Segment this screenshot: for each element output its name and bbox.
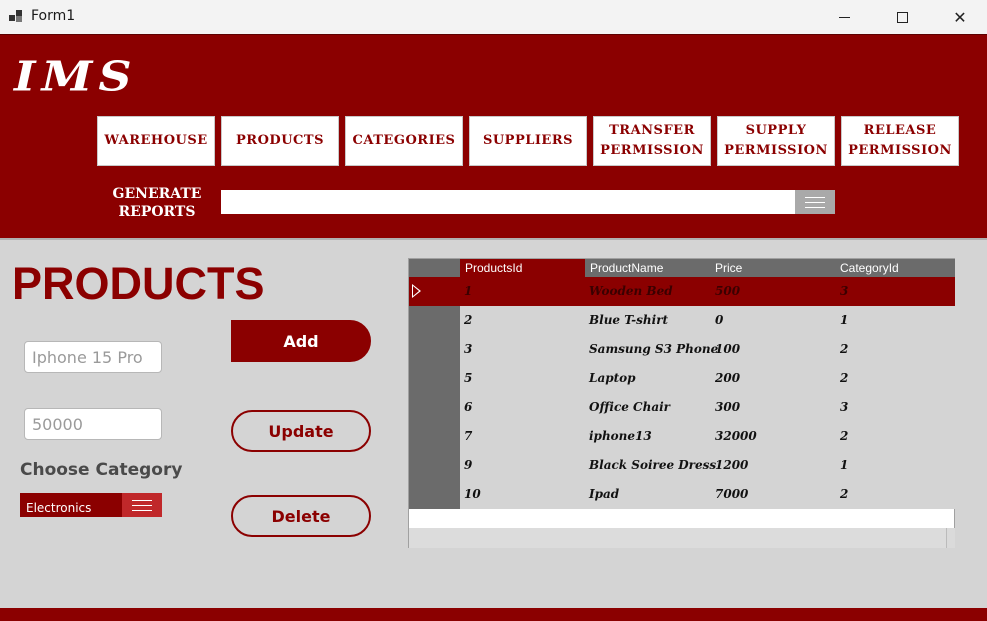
close-button[interactable]: ✕ — [931, 0, 987, 34]
table-cell[interactable]: 1 — [464, 284, 472, 298]
row-header-column — [409, 277, 460, 509]
table-row[interactable]: 7 iphone13 32000 2 — [460, 422, 955, 451]
report-select[interactable] — [221, 190, 835, 214]
close-icon: ✕ — [953, 7, 967, 27]
table-cell[interactable]: 1 — [840, 458, 848, 472]
table-cell[interactable]: 2 — [840, 429, 848, 443]
table-cell[interactable]: 100 — [715, 342, 740, 356]
nav-warehouse-button[interactable]: WAREHOUSE — [97, 116, 215, 166]
table-cell[interactable]: Ipad — [589, 487, 619, 501]
column-header-productname[interactable]: ProductName — [585, 259, 710, 277]
table-row[interactable]: 2 Blue T-shirt 0 1 — [460, 306, 955, 335]
table-cell[interactable]: 3 — [464, 342, 472, 356]
nav-transfer-permission-button[interactable]: TRANSFER PERMISSION — [593, 116, 711, 166]
table-cell[interactable]: 6 — [464, 400, 472, 414]
app-logo: IMS — [14, 51, 138, 101]
table-cell[interactable]: 10 — [464, 487, 481, 501]
table-cell[interactable]: 300 — [715, 400, 740, 414]
menu-icon[interactable] — [122, 493, 162, 517]
delete-button[interactable]: Delete — [231, 495, 371, 537]
nav-categories-button[interactable]: CATEGORIES — [345, 116, 463, 166]
maximize-button[interactable] — [873, 0, 931, 34]
nav-supply-permission-button[interactable]: SUPPLY PERMISSION — [717, 116, 835, 166]
title-bar: Form1 ✕ — [0, 0, 987, 34]
product-name-input[interactable]: Iphone 15 Pro — [24, 341, 162, 373]
table-cell[interactable]: 2 — [840, 487, 848, 501]
table-cell[interactable]: 2 — [840, 371, 848, 385]
table-row[interactable]: 3 Samsung S3 Phone 100 2 — [460, 335, 955, 364]
table-row[interactable]: 5 Laptop 200 2 — [460, 364, 955, 393]
table-row[interactable]: 1 Wooden Bed 500 3 — [409, 277, 955, 306]
nav-release-permission-button[interactable]: RELEASE PERMISSION — [841, 116, 959, 166]
nav-label: CATEGORIES — [352, 133, 456, 148]
nav-label: RELEASE PERMISSION — [848, 123, 952, 158]
products-grid[interactable]: ProductsId ProductName Price CategoryId … — [408, 258, 955, 548]
row-selector-icon — [412, 284, 421, 298]
nav-label: PRODUCTS — [236, 133, 324, 148]
grid-header: ProductsId ProductName Price CategoryId — [409, 259, 955, 277]
table-cell[interactable]: 2 — [464, 313, 472, 327]
table-row[interactable]: 10 Ipad 7000 2 — [460, 480, 955, 509]
divider — [0, 238, 987, 240]
table-cell[interactable]: 7000 — [715, 487, 748, 501]
table-cell[interactable]: Samsung S3 Phone — [589, 342, 718, 356]
table-cell[interactable]: 0 — [715, 313, 723, 327]
table-cell[interactable]: 32000 — [715, 429, 757, 443]
page-title: PRODUCTS — [12, 258, 265, 309]
maximize-icon — [896, 11, 908, 23]
horizontal-scrollbar[interactable] — [409, 528, 955, 548]
table-cell[interactable]: 7 — [464, 429, 472, 443]
table-cell[interactable]: Office Chair — [589, 400, 670, 414]
nav-suppliers-button[interactable]: SUPPLIERS — [469, 116, 587, 166]
header-bar: IMS WAREHOUSE PRODUCTS CATEGORIES SUPPLI… — [0, 34, 987, 238]
table-cell[interactable]: 2 — [840, 342, 848, 356]
table-cell[interactable]: Blue T-shirt — [589, 313, 668, 327]
nav-label: SUPPLIERS — [482, 133, 574, 148]
footer-bar — [0, 608, 987, 621]
update-button[interactable]: Update — [231, 410, 371, 452]
app-icon — [9, 10, 23, 22]
table-cell[interactable]: iphone13 — [589, 429, 652, 443]
category-select[interactable]: Electronics — [20, 493, 162, 517]
table-cell[interactable]: 5 — [464, 371, 472, 385]
nav-label: SUPPLY PERMISSION — [724, 123, 828, 158]
table-cell[interactable]: 500 — [715, 284, 740, 298]
table-row[interactable]: 6 Office Chair 300 3 — [460, 393, 955, 422]
table-cell[interactable]: Black Soiree Dress — [589, 458, 716, 472]
table-cell[interactable]: Laptop — [589, 371, 636, 385]
price-input[interactable]: 50000 — [24, 408, 162, 440]
table-cell[interactable]: 3 — [840, 400, 848, 414]
table-row[interactable]: 9 Black Soiree Dress 1200 1 — [460, 451, 955, 480]
window-title: Form1 — [31, 8, 76, 24]
minimize-button[interactable] — [815, 0, 873, 34]
table-cell[interactable]: Wooden Bed — [589, 284, 673, 298]
minimize-icon — [838, 16, 850, 18]
nav-products-button[interactable]: PRODUCTS — [221, 116, 339, 166]
column-header-price[interactable]: Price — [710, 259, 835, 277]
column-header-productsid[interactable]: ProductsId — [460, 259, 585, 277]
nav-label: WAREHOUSE — [104, 133, 208, 148]
table-cell[interactable]: 3 — [840, 284, 848, 298]
nav-label: TRANSFER PERMISSION — [600, 123, 704, 158]
menu-icon[interactable] — [795, 190, 835, 214]
table-cell[interactable]: 9 — [464, 458, 472, 472]
table-cell[interactable]: 200 — [715, 371, 740, 385]
generate-reports-label: GENERATE REPORTS — [112, 186, 202, 220]
choose-category-label: Choose Category — [20, 460, 183, 480]
table-cell[interactable]: 1200 — [715, 458, 748, 472]
table-cell[interactable]: 1 — [840, 313, 848, 327]
column-header-categoryid[interactable]: CategoryId — [835, 259, 955, 277]
add-button[interactable]: Add — [231, 320, 371, 362]
category-select-value: Electronics — [26, 501, 92, 515]
scrollbar-thumb[interactable] — [409, 528, 947, 548]
